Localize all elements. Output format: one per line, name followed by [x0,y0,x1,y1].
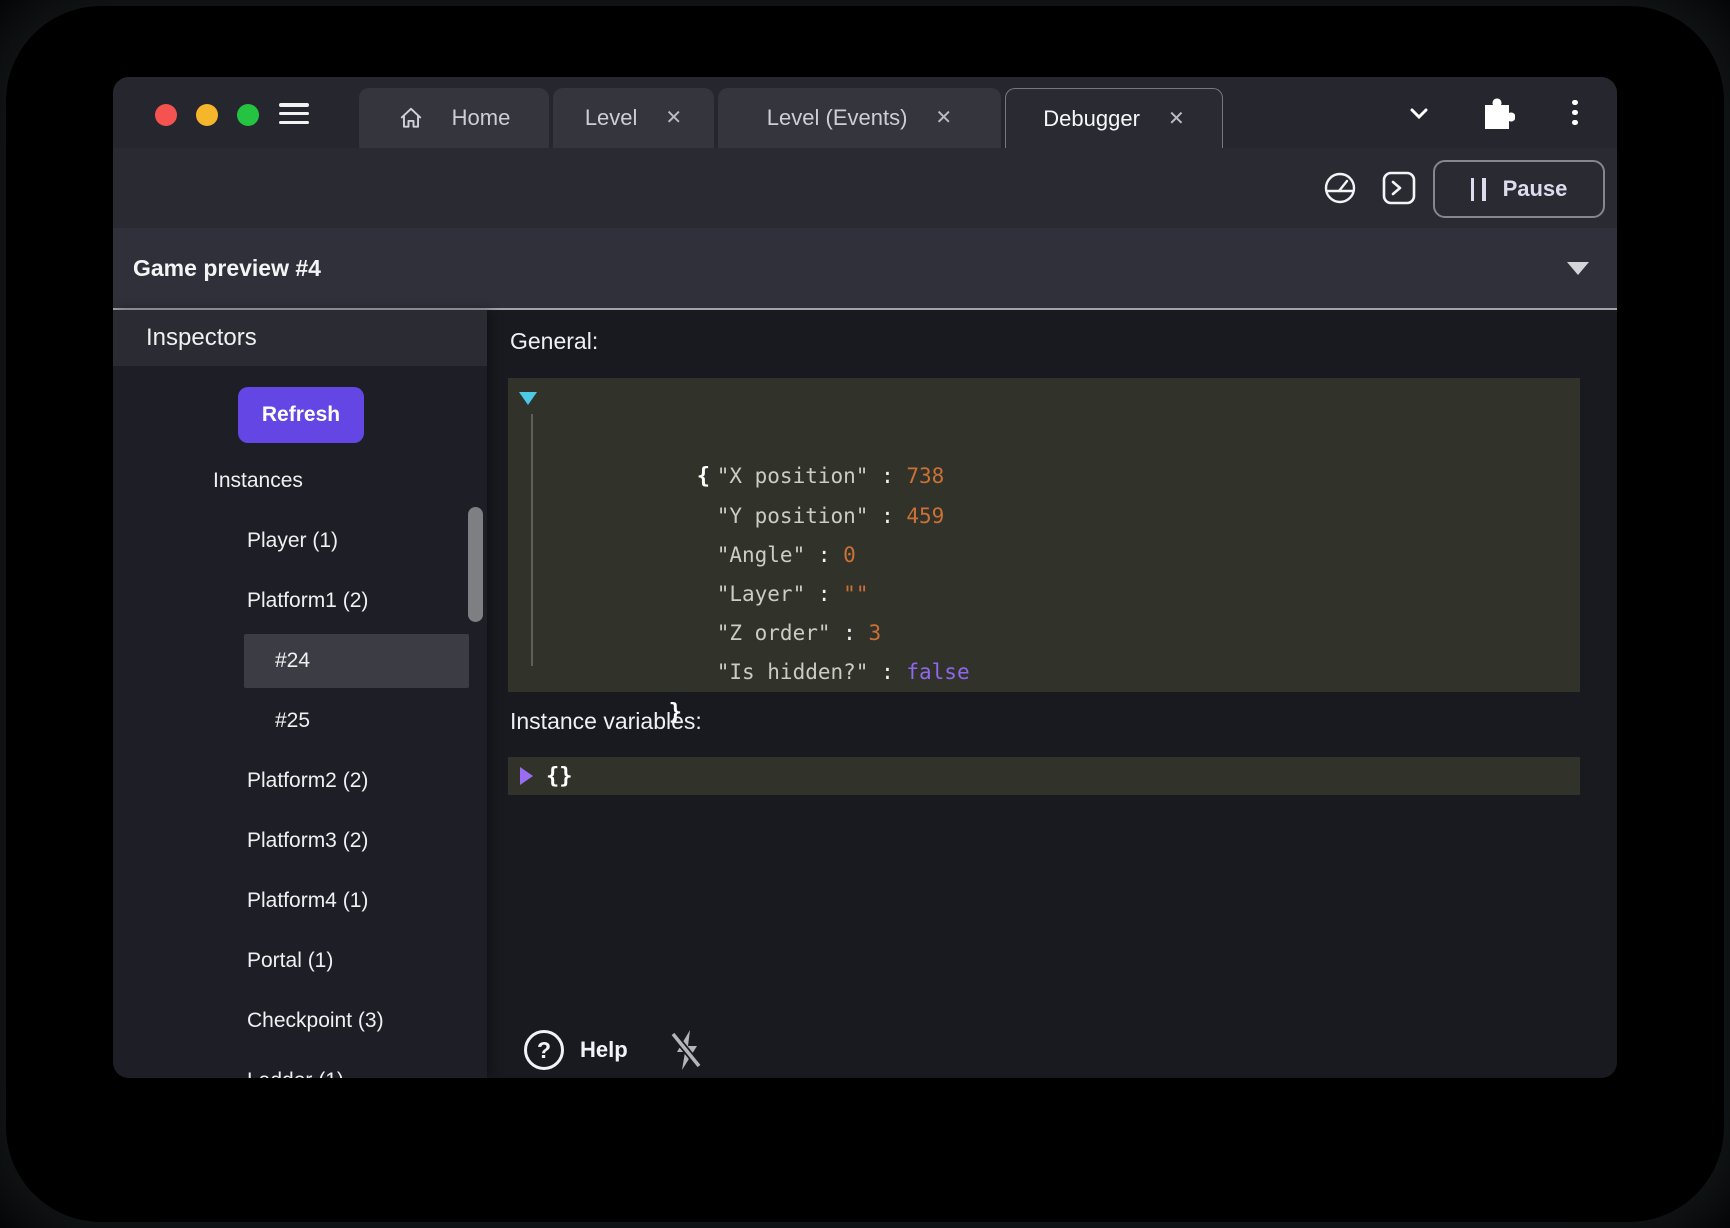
tree-item-platform1[interactable]: Platform1 (2) [113,571,487,631]
instances-tree: Instances Player (1) Platform1 (2) #24 #… [113,451,487,1078]
inspectors-sidebar: Inspectors Refresh Instances Player (1) … [113,310,487,1078]
traffic-lights [155,104,259,126]
collapse-expander-icon[interactable] [519,392,537,405]
debugger-toolbar: Pause [113,148,1617,228]
chevron-down-icon[interactable] [1403,77,1435,148]
tab-label: Level (Events) [767,105,908,131]
tree-item-portal[interactable]: Portal (1) [113,931,487,991]
tree-root-instances[interactable]: Instances [113,451,487,511]
instance-variables-label: Instance variables: [510,708,702,735]
question-glyph: ? [537,1037,551,1064]
instance-variables-json: {} [508,757,1580,795]
property-row-z-order: "Z order" : 3 [508,575,1580,614]
tab-label: Home [452,105,511,131]
title-bar: Home Level ✕ Level (Events) ✕ Debugger ✕ [113,77,1617,148]
property-row-is-hidden: "Is hidden?" : false [508,614,1580,653]
tab-home[interactable]: Home [359,88,549,148]
tree-item-ladder[interactable]: Ladder (1) [113,1051,487,1078]
tree-item-instance-24-selected[interactable]: #24 [113,631,487,691]
tree-item-checkpoint[interactable]: Checkpoint (3) [113,991,487,1051]
profiler-speedometer-icon[interactable] [1322,170,1358,211]
home-icon [398,105,424,131]
pause-button-label: Pause [1503,176,1568,202]
help-label: Help [580,1037,628,1063]
property-row-angle: "Angle" : 0 [508,497,1580,536]
sidebar-scrollbar-thumb[interactable] [468,507,483,622]
help-question-icon[interactable]: ? [524,1030,564,1070]
tab-strip: Home Level ✕ Level (Events) ✕ Debugger ✕ [359,88,1223,148]
pause-icon [1471,178,1486,201]
screenshot-stage: Home Level ✕ Level (Events) ✕ Debugger ✕ [0,0,1730,1228]
close-tab-icon[interactable]: ✕ [665,108,682,128]
property-row-layer: "Layer" : "" [508,536,1580,575]
tree-item-instance-25[interactable]: #25 [113,691,487,751]
minimize-window-button[interactable] [196,104,218,126]
close-tab-icon[interactable]: ✕ [1168,109,1185,129]
zoom-window-button[interactable] [237,104,259,126]
footer-actions: ? Help [524,1028,704,1072]
preview-dropdown-caret-icon[interactable] [1567,262,1589,275]
inspector-panel: General: { "X position" : 738 "Y positio… [487,310,1617,1078]
refresh-button[interactable]: Refresh [238,387,364,443]
tree-item-platform4[interactable]: Platform4 (1) [113,871,487,931]
general-section-label: General: [510,328,598,355]
game-preview-selector[interactable]: Game preview #4 [113,228,1617,310]
variables-value: {} [546,764,573,789]
tab-label: Debugger [1043,106,1140,132]
game-preview-title: Game preview #4 [133,228,321,308]
pause-button[interactable]: Pause [1433,160,1605,218]
tree-item-player[interactable]: Player (1) [113,511,487,571]
expand-expander-icon[interactable] [520,767,533,785]
tree-item-platform2[interactable]: Platform2 (2) [113,751,487,811]
tab-level-events[interactable]: Level (Events) ✕ [718,88,1001,148]
inspectors-title: Inspectors [146,324,257,352]
console-icon[interactable] [1381,170,1417,211]
debugger-content: Inspectors Refresh Instances Player (1) … [113,310,1617,1078]
kebab-menu-icon[interactable] [1572,77,1578,148]
close-tab-icon[interactable]: ✕ [935,108,952,128]
tab-debugger[interactable]: Debugger ✕ [1005,88,1223,148]
json-close-row: } [508,653,1580,692]
tab-level[interactable]: Level ✕ [553,88,714,148]
json-open-row: { [508,379,1580,418]
general-properties-json: { "X position" : 738 "Y position" : 459 … [508,378,1580,692]
extensions-puzzle-icon[interactable] [1479,77,1515,148]
close-window-button[interactable] [155,104,177,126]
main-menu-icon[interactable] [279,103,309,124]
inspectors-header: Inspectors [113,310,487,366]
tree-item-platform3[interactable]: Platform3 (2) [113,811,487,871]
property-row-y-position: "Y position" : 459 [508,457,1580,496]
flash-off-icon[interactable] [668,1028,704,1072]
gdevelop-window: Home Level ✕ Level (Events) ✕ Debugger ✕ [113,77,1617,1078]
tab-label: Level [585,105,638,131]
property-row-x-position: "X position" : 738 [508,418,1580,457]
